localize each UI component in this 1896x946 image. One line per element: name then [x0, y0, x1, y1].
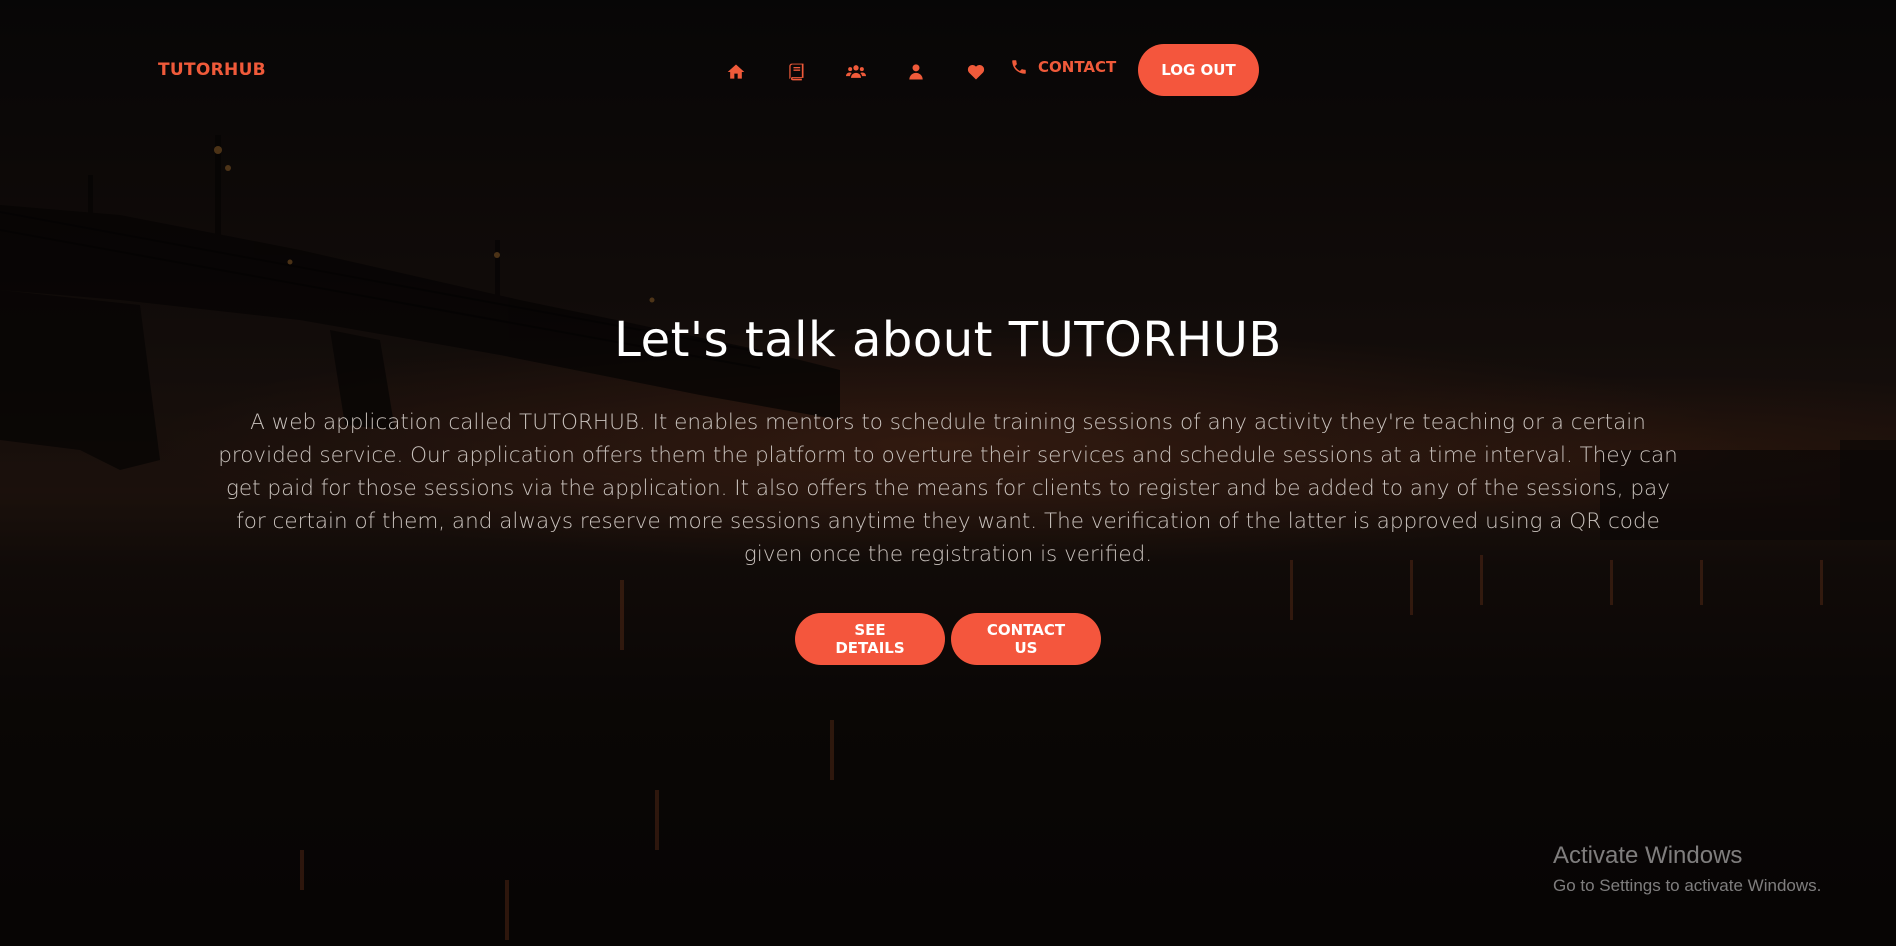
phone-icon [1012, 60, 1026, 74]
navbar: TUTORHUB CONTACT LOG OUT [0, 0, 1896, 140]
logout-button[interactable]: LOG OUT [1138, 44, 1259, 96]
watermark-subtitle: Go to Settings to activate Windows. [1553, 876, 1822, 895]
contact-link[interactable]: CONTACT [1010, 58, 1116, 76]
heart-icon[interactable] [946, 58, 1006, 86]
windows-activation-watermark: Activate Windows Go to Settings to activ… [1553, 842, 1821, 896]
watermark-title: Activate Windows [1553, 842, 1743, 869]
see-details-button[interactable]: SEE DETAILS [795, 613, 945, 665]
brand-logo[interactable]: TUTORHUB [158, 60, 266, 80]
contact-us-button[interactable]: CONTACT US [951, 613, 1101, 665]
hero-description: A web application called TUTORHUB. It en… [218, 410, 1678, 567]
home-icon[interactable] [706, 58, 766, 86]
user-icon[interactable] [886, 58, 946, 86]
nav-icon-group [706, 58, 1006, 86]
hero-title: Let's talk about TUTORHUB [614, 312, 1282, 368]
book-icon[interactable] [766, 58, 826, 86]
hero-section: Let's talk about TUTORHUB A web applicat… [0, 312, 1896, 665]
contact-link-label: CONTACT [1038, 58, 1117, 76]
hero-button-group: SEE DETAILS CONTACT US [0, 613, 1896, 665]
users-icon[interactable] [826, 58, 886, 86]
